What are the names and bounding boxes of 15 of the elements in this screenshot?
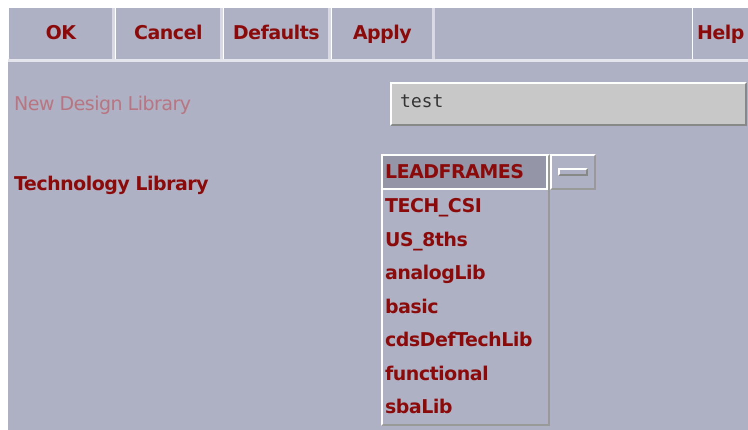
list-option[interactable]: basic	[383, 290, 548, 324]
list-option[interactable]: sbaLib	[383, 390, 548, 424]
list-option[interactable]: LEADFRAMES	[383, 156, 548, 190]
toolbar-button[interactable]: Defaults	[223, 8, 331, 59]
option-menu-indicator[interactable]	[550, 154, 596, 190]
field-label: Technology Library	[13, 172, 210, 197]
list-option[interactable]: functional	[383, 357, 548, 390]
list-option[interactable]: TECH_CSI	[383, 190, 548, 223]
toolbar-button[interactable]: Apply	[331, 8, 435, 59]
toolbar-button[interactable]: OK	[8, 8, 115, 59]
list-option[interactable]: cdsDefTechLib	[383, 324, 548, 357]
list-option[interactable]: US_8ths	[383, 223, 548, 256]
list-option[interactable]: analogLib	[383, 256, 548, 290]
field-label: New Design Library	[13, 92, 192, 117]
toolbar-button[interactable]: Cancel	[115, 8, 223, 59]
